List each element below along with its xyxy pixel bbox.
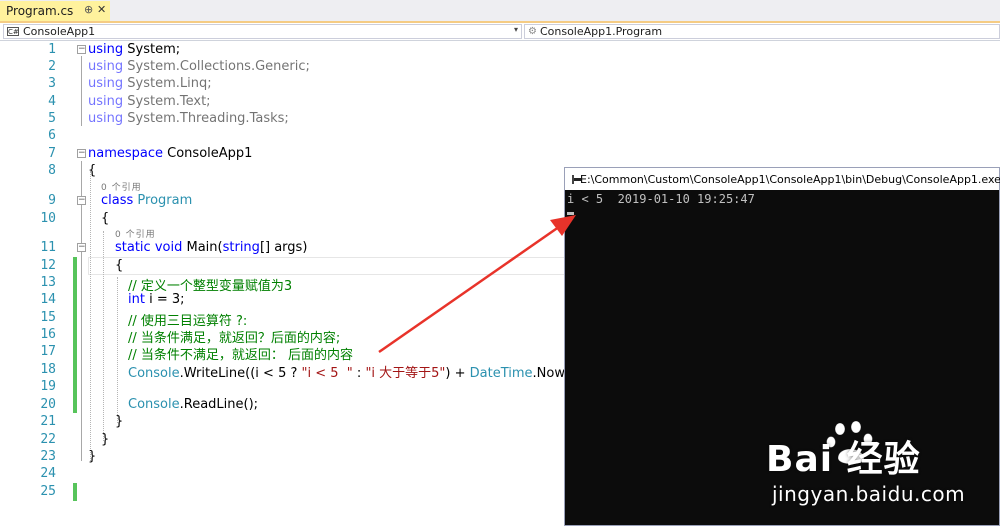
watermark-brand: Bai 经验 — [766, 439, 921, 480]
baidu-jingyan-watermark: Bai 经验 jingyan.baidu.com — [762, 420, 998, 524]
watermark-site: jingyan.baidu.com — [772, 482, 966, 506]
